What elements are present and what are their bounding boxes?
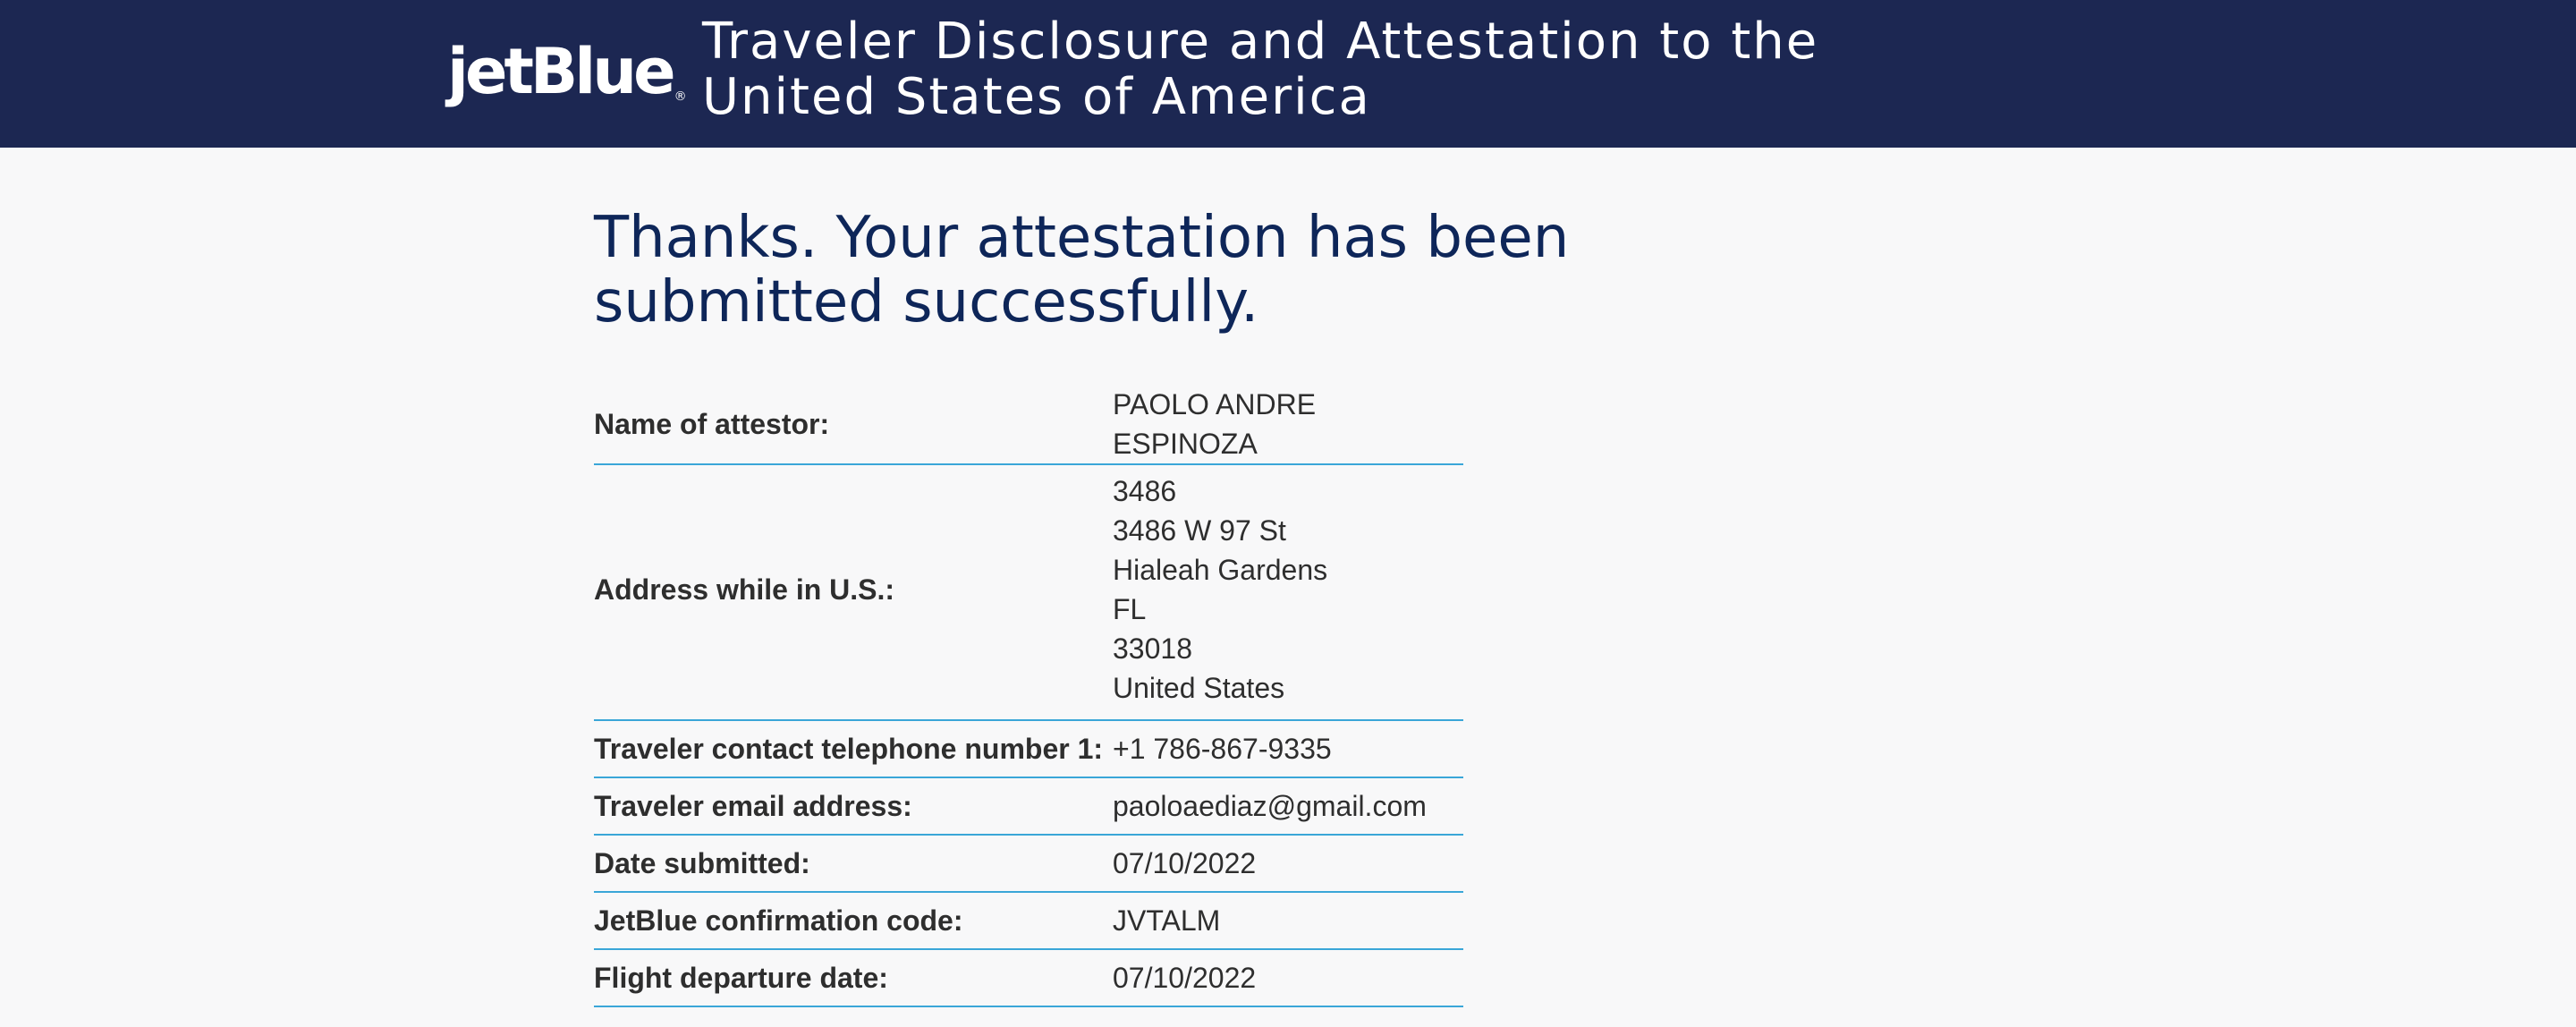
address-line: FL — [1113, 593, 1147, 625]
detail-row-confirmation-code: JetBlue confirmation code: JVTALM — [594, 893, 1463, 950]
address-line: 33018 — [1113, 632, 1192, 665]
address-line: 3486 W 97 St — [1113, 514, 1286, 547]
detail-row-address: Address while in U.S.: 3486 3486 W 97 St… — [594, 465, 1463, 721]
detail-value: JVTALM — [1113, 904, 1221, 937]
detail-label: JetBlue confirmation code: — [594, 904, 963, 937]
logo-text: jetBlue — [447, 35, 676, 108]
detail-label: Traveler contact telephone number 1: — [594, 733, 1104, 765]
detail-label: Flight departure date: — [594, 962, 888, 994]
detail-label: Date submitted: — [594, 847, 810, 879]
page-title: Traveler Disclosure and Attestation to t… — [702, 13, 1819, 126]
detail-value: paoloaediaz@gmail.com — [1113, 790, 1427, 822]
detail-row-phone: Traveler contact telephone number 1: +1 … — [594, 721, 1463, 778]
detail-label: Traveler email address: — [594, 790, 912, 822]
address-value: 3486 3486 W 97 St Hialeah Gardens FL 330… — [1113, 471, 1463, 708]
detail-row-date-submitted: Date submitted: 07/10/2022 — [594, 836, 1463, 893]
address-line: United States — [1113, 672, 1285, 704]
confirmation-heading: Thanks. Your attestation has been submit… — [594, 205, 1570, 335]
main-content: Thanks. Your attestation has been submit… — [594, 205, 1846, 1007]
attestation-details: Name of attestor: PAOLO ANDRE ESPINOZA A… — [594, 385, 1463, 1007]
detail-row-email: Traveler email address: paoloaediaz@gmai… — [594, 778, 1463, 836]
detail-label: Address while in U.S.: — [594, 573, 895, 606]
detail-value: PAOLO ANDRE ESPINOZA — [1113, 388, 1317, 460]
registered-mark: ® — [674, 89, 687, 104]
detail-value: +1 786-867-9335 — [1113, 733, 1332, 765]
detail-value: 07/10/2022 — [1113, 847, 1257, 879]
jetblue-logo[interactable]: jetBlue ® — [447, 27, 687, 116]
address-line: 3486 — [1113, 475, 1177, 507]
detail-row-departure-date: Flight departure date: 07/10/2022 — [594, 950, 1463, 1007]
address-line: Hialeah Gardens — [1113, 554, 1328, 586]
detail-value: 07/10/2022 — [1113, 962, 1257, 994]
detail-label: Name of attestor: — [594, 408, 830, 440]
site-header: jetBlue ® Traveler Disclosure and Attesta… — [0, 0, 2576, 148]
detail-row-name: Name of attestor: PAOLO ANDRE ESPINOZA — [594, 385, 1463, 465]
